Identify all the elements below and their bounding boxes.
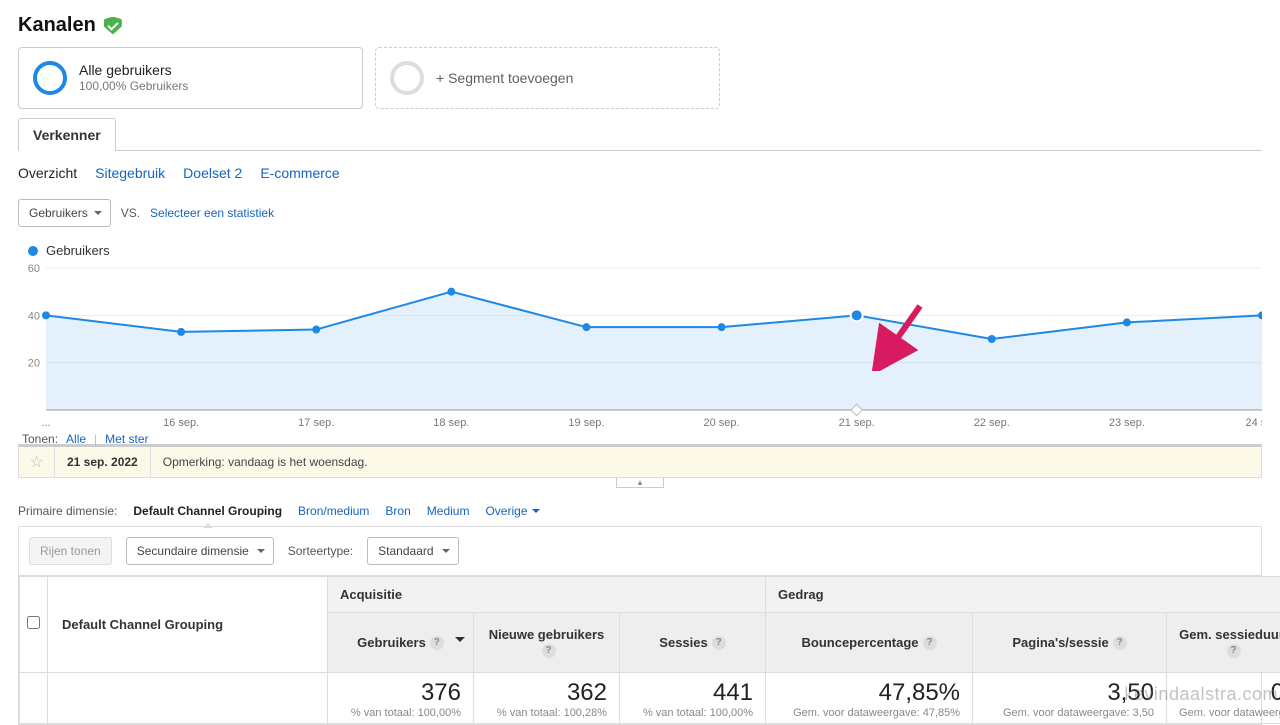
help-icon[interactable]: ? [542, 644, 556, 658]
annotation-filter-starred[interactable]: Met ster [105, 432, 148, 446]
legend-label: Gebruikers [46, 243, 110, 258]
annotation-show-label: Tonen: [22, 432, 58, 446]
column-bouncepercentage[interactable]: Bouncepercentage? [766, 613, 973, 673]
column-gebruikers[interactable]: Gebruikers? [328, 613, 474, 673]
svg-text:60: 60 [28, 263, 40, 275]
dimension-medium[interactable]: Medium [427, 504, 470, 518]
select-all-checkbox[interactable] [20, 577, 48, 673]
segment-ring-icon [33, 61, 67, 95]
sort-desc-icon [455, 637, 465, 647]
total-cell: 3,50Gem. voor dataweergave: 3,50 [973, 672, 1167, 723]
subnav-sitegebruik[interactable]: Sitegebruik [95, 165, 165, 181]
svg-text:21 sep.: 21 sep. [839, 417, 875, 429]
tab-verkenner[interactable]: Verkenner [18, 118, 116, 151]
svg-text:19 sep.: 19 sep. [568, 417, 604, 429]
dimension-overige-dropdown[interactable]: Overige [485, 504, 539, 518]
help-icon[interactable]: ? [712, 636, 726, 650]
column-nieuwe-gebruikers[interactable]: Nieuwe gebruikers? [474, 613, 620, 673]
segment-add-ring-icon [390, 61, 424, 95]
annotation-filter-all[interactable]: Alle [66, 432, 86, 446]
column-sessies[interactable]: Sessies? [620, 613, 766, 673]
help-icon[interactable]: ? [1227, 644, 1241, 658]
help-icon[interactable]: ? [1113, 636, 1127, 650]
vs-label: VS. [121, 206, 140, 220]
subnav-overzicht[interactable]: Overzicht [18, 165, 77, 181]
annotation-collapse-toggle[interactable]: ▴ [616, 478, 664, 488]
page-title: Kanalen [18, 14, 96, 37]
metric-primary-dropdown[interactable]: Gebruikers [18, 199, 111, 227]
dimension-bron[interactable]: Bron [385, 504, 410, 518]
sort-type-dropdown[interactable]: Standaard [367, 537, 458, 565]
select-statistic-link[interactable]: Selecteer een statistiek [150, 206, 274, 220]
svg-text:20: 20 [28, 358, 40, 370]
subnav-e-commerce[interactable]: E-commerce [260, 165, 339, 181]
column-pagina-s-sessie[interactable]: Pagina's/sessie? [973, 613, 1167, 673]
segment-subtitle: 100,00% Gebruikers [79, 79, 188, 95]
sort-type-label: Sorteertype: [288, 544, 353, 558]
legend-dot-icon [28, 246, 38, 256]
help-icon[interactable]: ? [923, 636, 937, 650]
svg-text:18 sep.: 18 sep. [433, 417, 469, 429]
secondary-dimension-dropdown[interactable]: Secundaire dimensie [126, 537, 274, 565]
svg-text:23 sep.: 23 sep. [1109, 417, 1145, 429]
total-cell: 362% van totaal: 100,28% [474, 672, 620, 723]
rows-display-button: Rijen tonen [29, 537, 112, 565]
svg-text:...: ... [41, 417, 50, 429]
svg-text:16 sep.: 16 sep. [163, 417, 199, 429]
column-gem-sessieduur[interactable]: Gem. sessieduur? [1167, 613, 1280, 673]
total-cell: 47,85%Gem. voor dataweergave: 47,85% [766, 672, 973, 723]
segment-add[interactable]: + Segment toevoegen [375, 47, 720, 109]
total-cell: 441% van totaal: 100,00% [620, 672, 766, 723]
segment-title: Alle gebruikers [79, 61, 188, 79]
segment-add-label: + Segment toevoegen [436, 70, 573, 86]
svg-text:24 sep: 24 sep [1245, 417, 1262, 429]
segment-active[interactable]: Alle gebruikers 100,00% Gebruikers [18, 47, 363, 109]
column-group-acquisitie: Acquisitie [328, 577, 766, 613]
total-cell: 0Gem. voor dataweerg [1167, 672, 1280, 723]
svg-text:20 sep.: 20 sep. [704, 417, 740, 429]
svg-text:40: 40 [28, 310, 40, 322]
column-group-gedrag: Gedrag [766, 577, 1280, 613]
annotation-text: Opmerking: vandaag is het woensdag. [151, 447, 380, 477]
total-cell: 376% van totaal: 100,00% [328, 672, 474, 723]
primary-dimension-label: Primaire dimensie: [18, 504, 117, 518]
dimension-active[interactable]: Default Channel Grouping [133, 504, 282, 518]
annotation-row[interactable]: ☆ 21 sep. 2022 Opmerking: vandaag is het… [18, 444, 1262, 478]
help-icon[interactable]: ? [430, 636, 444, 650]
column-dimension-name[interactable]: Default Channel Grouping [48, 577, 328, 673]
dimension-bron-medium[interactable]: Bron/medium [298, 504, 369, 518]
line-chart[interactable]: 20 40 60... 16 sep. 17 sep. 18 sep. 19 sep. 20 … [18, 260, 1262, 430]
subnav-doelset-2[interactable]: Doelset 2 [183, 165, 242, 181]
annotation-star-icon[interactable]: ☆ [19, 447, 55, 477]
svg-text:17 sep.: 17 sep. [298, 417, 334, 429]
svg-text:22 sep.: 22 sep. [974, 417, 1010, 429]
annotation-date: 21 sep. 2022 [55, 447, 151, 477]
verified-shield-icon [104, 17, 122, 35]
